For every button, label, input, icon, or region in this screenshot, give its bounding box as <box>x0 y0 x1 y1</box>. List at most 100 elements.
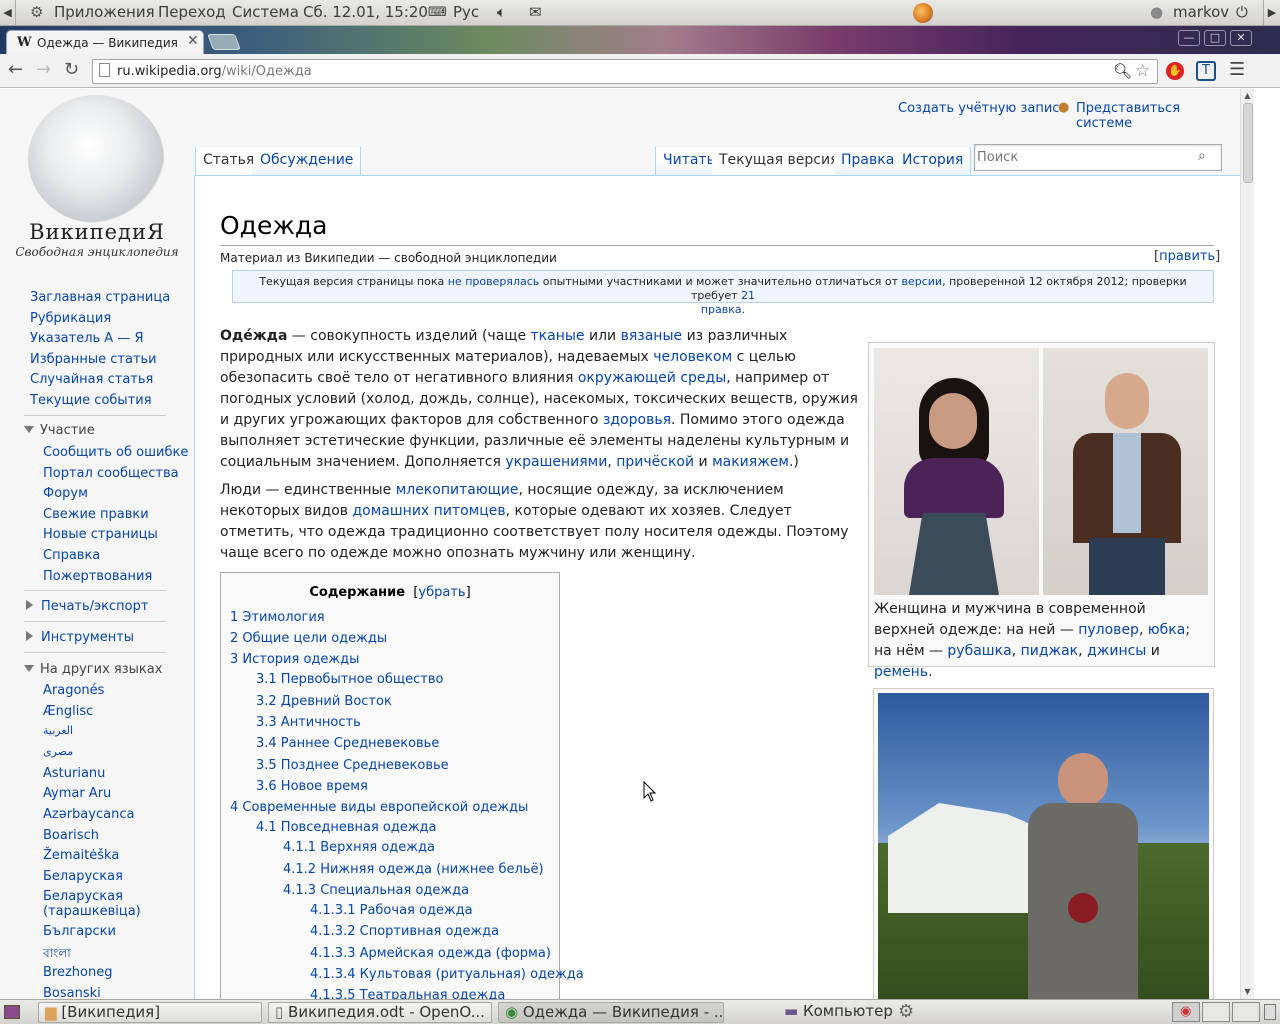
taskbar-item-writer[interactable]: ▯ Википедия.odt - OpenO... <box>268 1002 492 1023</box>
sidebar-item-random[interactable]: Случайная статья <box>30 372 153 387</box>
link-environment[interactable]: окружающей среды <box>578 370 726 386</box>
sidebar-item-donate[interactable]: Пожертвования <box>43 569 152 584</box>
wikipedia-globe-logo[interactable] <box>28 95 164 223</box>
forward-icon[interactable]: → <box>36 59 51 80</box>
create-account-link[interactable]: Создать учётную запись <box>898 101 1067 116</box>
extension-icon[interactable]: T <box>1196 61 1216 81</box>
print-export-heading[interactable]: Печать/экспорт <box>26 599 148 614</box>
lang-link[interactable]: Беларуская (тарашкевіца) <box>43 889 163 919</box>
page-scrollbar[interactable]: ▲ ▼ <box>1240 89 1254 999</box>
tab-talk[interactable]: Обсуждение <box>253 147 362 175</box>
toc-item[interactable]: 4 Современные виды европейской одежды <box>230 800 528 815</box>
wikipedia-wordmark[interactable]: ВикипедиЯ <box>0 220 194 244</box>
keyboard-icon[interactable]: ⌨ <box>428 5 447 20</box>
toc-item[interactable]: 1 Этимология <box>230 610 325 625</box>
bookmark-star-icon[interactable]: ☆ <box>1135 61 1150 81</box>
login-link[interactable]: Представиться системе <box>1076 101 1240 131</box>
toc-item[interactable]: 4.1.3 Специальная одежда <box>283 883 469 898</box>
sidebar-item-current-events[interactable]: Текущие события <box>30 393 152 408</box>
menu-icon[interactable]: ☰ <box>1229 59 1245 80</box>
power-icon[interactable]: ⏻ <box>1236 3 1248 21</box>
menu-system[interactable]: Система <box>232 3 299 21</box>
toc-item[interactable]: 3.2 Древний Восток <box>256 694 392 709</box>
tab-close-icon[interactable]: ✕ <box>187 33 199 49</box>
clock[interactable]: Сб. 12.01, 15:20 <box>303 3 428 21</box>
tools-heading[interactable]: Инструменты <box>26 630 134 645</box>
link-jacket[interactable]: пиджак <box>1021 643 1079 659</box>
minimize-button[interactable]: — <box>1178 30 1200 46</box>
link-jeans[interactable]: джинсы <box>1087 643 1146 659</box>
workspace-switcher[interactable]: ◉ <box>1172 1002 1200 1022</box>
lang-link[interactable]: Azərbaycanca <box>43 807 134 822</box>
back-icon[interactable]: ← <box>8 59 23 80</box>
sidebar-item-categories[interactable]: Рубрикация <box>30 311 111 326</box>
toc-item[interactable]: 4.1.2 Нижняя одежда (нижнее бельё) <box>283 862 544 877</box>
sidebar-item-portal[interactable]: Портал сообщества <box>43 466 179 481</box>
tab-current-version[interactable]: Текущая версия <box>712 147 847 175</box>
sidebar-item-index[interactable]: Указатель А — Я <box>30 331 143 346</box>
toc-item[interactable]: 4.1.3.1 Рабочая одежда <box>310 903 473 918</box>
lang-link[interactable]: Aragonés <box>43 683 104 698</box>
scroll-up-button[interactable]: ▲ <box>1241 89 1254 102</box>
search-box[interactable]: ⌕ <box>974 144 1222 171</box>
close-window-button[interactable]: ✕ <box>1230 30 1252 46</box>
toc-item[interactable]: 3.6 Новое время <box>256 779 368 794</box>
user-name[interactable]: markov <box>1173 3 1229 21</box>
sidebar-item-recent-changes[interactable]: Свежие правки <box>43 507 149 522</box>
toc-item[interactable]: 3.4 Раннее Средневековье <box>256 736 439 751</box>
toc-item[interactable]: 4.1.3.2 Спортивная одежда <box>310 924 499 939</box>
taskbar-item-files[interactable]: ▆ [Википедия] <box>38 1002 262 1023</box>
link-woven[interactable]: тканые <box>531 328 585 344</box>
link-skirt[interactable]: юбка <box>1148 622 1185 638</box>
toc-item[interactable]: 4.1 Повседневная одежда <box>256 820 437 835</box>
tab-edit[interactable]: Правка <box>834 147 903 175</box>
ubuntu-icon[interactable]: ⚙ <box>30 3 43 21</box>
lang-link[interactable]: Bosanski <box>43 986 101 999</box>
link-pullover[interactable]: пуловер <box>1078 622 1139 638</box>
scroll-thumb[interactable] <box>1243 103 1253 183</box>
tab-history[interactable]: История <box>895 147 972 175</box>
address-bar[interactable]: ru.wikipedia.org/wiki/Одежда 🔍︎ ☆ <box>92 59 1158 84</box>
lang-link[interactable]: Aymar Aru <box>43 786 111 801</box>
mail-icon[interactable]: ✉︎ <box>529 3 542 21</box>
chat-icon[interactable]: ● <box>1150 3 1163 21</box>
link-shirt[interactable]: рубашка <box>947 643 1011 659</box>
photo-man[interactable] <box>1043 348 1208 595</box>
participation-heading[interactable]: Участие <box>24 423 95 438</box>
toc-item[interactable]: 2 Общие цели одежды <box>230 631 387 646</box>
link-mammals[interactable]: млекопитающие <box>396 482 519 498</box>
lang-link[interactable]: Boarisch <box>43 828 99 843</box>
sidebar-item-main[interactable]: Заглавная страница <box>30 290 170 305</box>
settings-icon[interactable]: ⚙ <box>898 1001 914 1022</box>
link-hairstyle[interactable]: причёской <box>616 454 694 470</box>
toc-item[interactable]: 4.1.1 Верхняя одежда <box>283 840 435 855</box>
lang-link[interactable]: مصرى <box>43 745 73 758</box>
lang-link[interactable]: العربية <box>43 724 73 737</box>
taskbar-item-chrome[interactable]: ◉ Одежда — Википедия - ... <box>498 1002 724 1023</box>
search-input[interactable] <box>977 147 1191 168</box>
tools-link[interactable]: Инструменты <box>41 630 134 645</box>
zoom-icon[interactable]: 🔍︎ <box>1113 62 1132 80</box>
lang-link[interactable]: Ænglisc <box>43 704 93 719</box>
sidebar-item-forum[interactable]: Форум <box>43 486 88 501</box>
lang-link[interactable]: Žemaitėška <box>43 848 119 863</box>
notice-link-unreviewed[interactable]: не проверялась <box>448 275 540 288</box>
adblock-icon[interactable]: ✋ <box>1166 62 1184 80</box>
sidebar-item-new-pages[interactable]: Новые страницы <box>43 527 158 542</box>
link-human[interactable]: человеком <box>653 349 732 365</box>
photo-kilt-man[interactable] <box>878 693 1209 999</box>
maximize-button[interactable]: □ <box>1204 30 1226 46</box>
firefox-icon[interactable] <box>913 3 933 23</box>
toc-item[interactable]: 4.1.3.4 Культовая (ритуальная) одежда <box>310 967 584 982</box>
toc-item[interactable]: 3.1 Первобытное общество <box>256 672 443 687</box>
link-knitted[interactable]: вязаные <box>621 328 683 344</box>
workspace-3[interactable] <box>1232 1002 1260 1022</box>
keyboard-layout[interactable]: Рус <box>453 3 479 21</box>
taskbar-item-computer[interactable]: ▬ Компьютер <box>784 1002 893 1020</box>
scroll-down-button[interactable]: ▼ <box>1241 985 1254 998</box>
photo-woman[interactable] <box>874 348 1039 595</box>
lang-link[interactable]: Български <box>43 924 116 939</box>
bengali-lang-link[interactable]: বাংলা <box>43 945 71 965</box>
toc-hide-link[interactable]: убрать <box>418 585 465 600</box>
sidebar-item-help[interactable]: Справка <box>43 548 100 563</box>
